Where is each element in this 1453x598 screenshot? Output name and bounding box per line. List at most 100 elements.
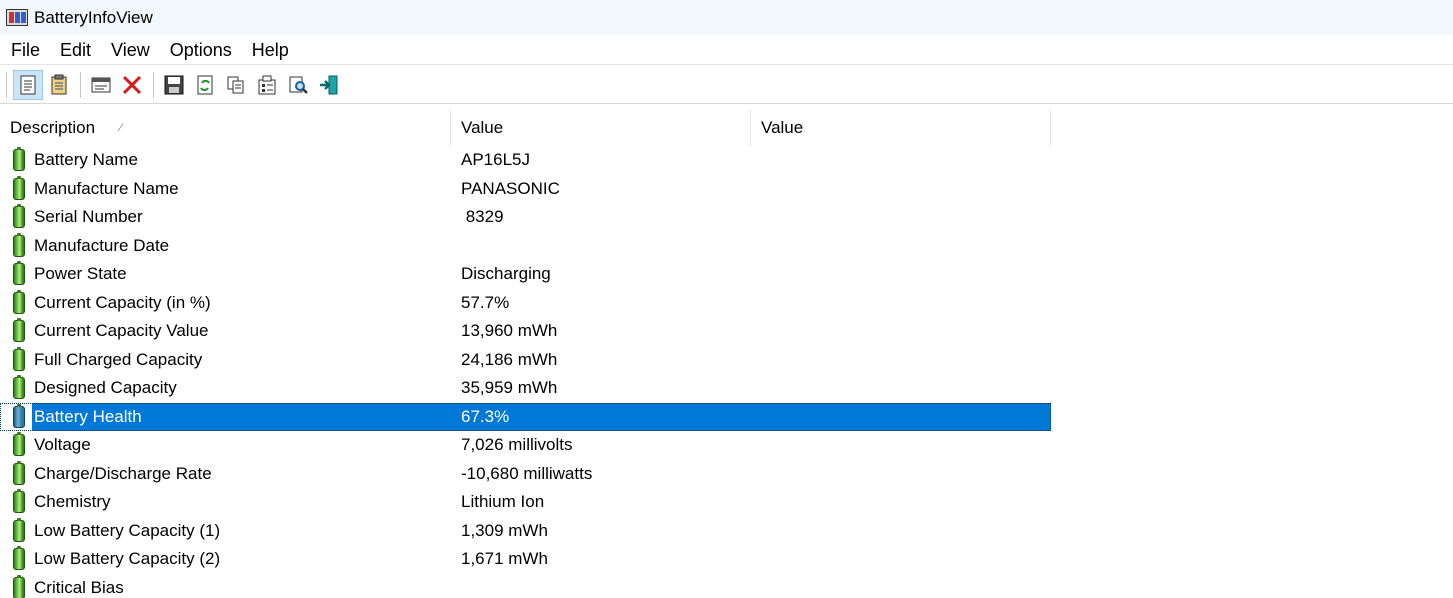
description-cell: Critical Bias <box>0 574 451 598</box>
row-value: 13,960 mWh <box>461 321 558 341</box>
value-cell: 7,026 millivolts <box>451 431 1051 460</box>
table-row[interactable]: Low Battery Capacity (1) 1,309 mWh <box>0 517 1453 546</box>
description-cell: Manufacture Date <box>0 232 451 261</box>
row-value: 8329 <box>461 207 504 227</box>
description-cell: Manufacture Name <box>0 175 451 204</box>
battery-icon <box>13 204 25 229</box>
exit-icon[interactable] <box>314 70 344 100</box>
save-icon[interactable] <box>159 70 189 100</box>
table-row[interactable]: Current Capacity Value 13,960 mWh <box>0 317 1453 346</box>
row-value: 1,309 mWh <box>461 520 548 540</box>
column-header-value-2[interactable]: Value <box>751 110 1051 146</box>
description-cell: Designed Capacity <box>0 374 451 403</box>
table-row[interactable]: Critical Bias <box>0 574 1453 598</box>
battery-icon <box>13 574 25 598</box>
table-row[interactable]: Serial Number 8329 <box>0 203 1453 232</box>
window-icon[interactable] <box>86 70 116 100</box>
value-cell <box>451 232 1051 261</box>
value-cell <box>451 574 1051 598</box>
properties-icon[interactable] <box>252 70 282 100</box>
battery-icon <box>13 489 25 514</box>
row-label: Voltage <box>34 435 91 455</box>
battery-icon <box>13 375 25 400</box>
row-label: Current Capacity Value <box>34 321 209 341</box>
battery-icon <box>13 289 25 314</box>
menu-edit[interactable]: Edit <box>50 35 101 65</box>
row-value: 1,671 mWh <box>461 549 548 569</box>
menu-view[interactable]: View <box>101 35 160 65</box>
battery-icon <box>13 403 25 428</box>
row-label: Manufacture Name <box>34 178 179 198</box>
row-label: Battery Name <box>34 150 138 170</box>
battery-icon <box>13 147 25 172</box>
description-cell: Battery Name <box>0 146 451 175</box>
row-value: 35,959 mWh <box>461 378 558 398</box>
find-icon[interactable] <box>283 70 313 100</box>
battery-icon <box>13 346 25 371</box>
table-row[interactable]: Current Capacity (in %) 57.7% <box>0 289 1453 318</box>
toolbar <box>0 66 1453 104</box>
value-cell: 1,309 mWh <box>451 517 1051 546</box>
row-label: Critical Bias <box>34 577 124 597</box>
value-cell: 67.3% <box>451 402 1051 431</box>
value-cell: 8329 <box>451 203 1051 232</box>
battery-icon <box>13 175 25 200</box>
row-value: PANASONIC <box>461 178 560 198</box>
row-label: Manufacture Date <box>34 235 170 255</box>
value-cell: 13,960 mWh <box>451 317 1051 346</box>
window-title: BatteryInfoView <box>34 7 153 27</box>
table-row[interactable]: Power State Discharging <box>0 260 1453 289</box>
delete-icon[interactable] <box>117 70 147 100</box>
row-label: Serial Number <box>34 207 143 227</box>
row-value: 67.3% <box>461 406 510 426</box>
html-report-icon[interactable] <box>44 70 74 100</box>
menu-options[interactable]: Options <box>160 35 242 65</box>
description-cell: Current Capacity Value <box>0 317 451 346</box>
copy-icon[interactable] <box>221 70 251 100</box>
table-row[interactable]: Manufacture Name PANASONIC <box>0 175 1453 204</box>
description-cell: Current Capacity (in %) <box>0 289 451 318</box>
menu-bar: File Edit View Options Help <box>0 35 1453 65</box>
table-row[interactable]: Full Charged Capacity 24,186 mWh <box>0 346 1453 375</box>
row-label: Power State <box>34 264 127 284</box>
row-label: Chemistry <box>34 492 111 512</box>
description-cell: Low Battery Capacity (2) <box>0 545 451 574</box>
battery-icon <box>13 318 25 343</box>
table-row[interactable]: Battery Health 67.3% <box>0 402 1051 431</box>
row-label: Full Charged Capacity <box>34 349 203 369</box>
table-row[interactable]: Manufacture Date <box>0 232 1453 261</box>
title-bar: BatteryInfoView <box>0 0 1453 35</box>
table-row[interactable]: Voltage 7,026 millivolts <box>0 431 1453 460</box>
battery-info-list[interactable]: Description ⁄ Value Value Battery Name AP… <box>0 110 1453 598</box>
value-cell: Discharging <box>451 260 1051 289</box>
column-header-description[interactable]: Description ⁄ <box>0 110 451 146</box>
table-row[interactable]: Designed Capacity 35,959 mWh <box>0 374 1453 403</box>
value-cell: PANASONIC <box>451 175 1051 204</box>
description-cell: Voltage <box>0 431 451 460</box>
row-value: 24,186 mWh <box>461 349 558 369</box>
table-row[interactable]: Battery Name AP16L5J <box>0 146 1453 175</box>
toolbar-separator <box>153 71 154 98</box>
battery-icon <box>13 432 25 457</box>
row-label: Battery Health <box>34 406 142 426</box>
row-label: Charge/Discharge Rate <box>34 463 212 483</box>
column-header-value[interactable]: Value <box>451 110 751 146</box>
table-row[interactable]: Charge/Discharge Rate -10,680 milliwatts <box>0 460 1453 489</box>
value-cell: 57.7% <box>451 289 1051 318</box>
value-cell: AP16L5J <box>451 146 1051 175</box>
properties-list-icon[interactable] <box>13 69 43 100</box>
menu-file[interactable]: File <box>0 35 50 65</box>
refresh-icon[interactable] <box>190 70 220 100</box>
row-value: 57.7% <box>461 292 510 312</box>
battery-icon <box>13 261 25 286</box>
row-value: 7,026 millivolts <box>461 435 573 455</box>
table-row[interactable]: Low Battery Capacity (2) 1,671 mWh <box>0 545 1453 574</box>
description-cell: Charge/Discharge Rate <box>0 460 451 489</box>
value-cell: -10,680 milliwatts <box>451 460 1051 489</box>
row-label: Low Battery Capacity (2) <box>34 549 221 569</box>
row-value: -10,680 milliwatts <box>461 463 593 483</box>
menu-help[interactable]: Help <box>242 35 299 65</box>
row-label: Current Capacity (in %) <box>34 292 211 312</box>
table-row[interactable]: Chemistry Lithium Ion <box>0 488 1453 517</box>
app-icon <box>6 9 28 26</box>
